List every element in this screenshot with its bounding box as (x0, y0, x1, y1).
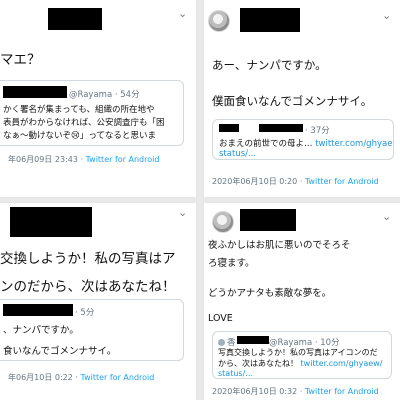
tweet-source[interactable]: Twitter for Android (81, 373, 155, 382)
quoted-time: 5分 (80, 308, 95, 318)
tweet-footer: 2020年06月10日 0:32 · Twitter for Android (212, 386, 379, 397)
quoted-tweet[interactable]: @Rayama · 54分 かく署名が集まっても、組織の所在地や 表員がわからな… (0, 80, 184, 146)
tweet-footer: 年06月09日 23:43 · Twitter for Android (8, 154, 159, 165)
quoted-line-2: 食いなんでゴメンナサイ。 (3, 346, 117, 357)
quoted-text: おまえの前世での母よ… twitter.com/ghyaew/ (219, 137, 393, 149)
quoted-link-2[interactable]: status/... (219, 149, 256, 159)
quoted-line-1: 写真交換しようか！私の写真はアイコンのだ (218, 348, 378, 357)
quoted-line-1: 、ナンパですか。 (3, 325, 79, 336)
avatar[interactable] (208, 10, 230, 32)
quoted-avatar (218, 339, 225, 346)
quoted-meta: · 5分 (75, 308, 95, 318)
quoted-text-prefix: おまえの前世での母よ… (219, 139, 316, 149)
quoted-handle: @Rayama (69, 90, 113, 100)
tweet-timestamp: 2020年06月10日 0:32 · (212, 387, 305, 396)
tweet-source[interactable]: Twitter for Android (305, 387, 379, 396)
tweet-card-bottom-left[interactable]: ⌄ 交換しようか！私の写真はア ンのだから、次はあなたね！ · 5分 、ナンパで… (0, 203, 196, 400)
redacted-quoted-name (237, 336, 269, 344)
quoted-meta: · 37分 (305, 126, 330, 136)
quoted-link[interactable]: twitter.com/ghyaew/ (315, 139, 393, 149)
tweet-footer: 2020年06月10日 0:20 · Twitter for Android (212, 176, 379, 187)
quoted-line-1: かく署名が集まっても、組織の所在地や (3, 105, 155, 115)
quoted-link[interactable]: twitter.com/ghyaew/ (301, 359, 383, 368)
chevron-down-icon[interactable]: ⌄ (178, 8, 187, 19)
tweet-text-line-1: 交換しようか！私の写真はア (0, 251, 176, 267)
quoted-line-2-prefix: から、次はあなたね！ (218, 359, 301, 368)
tweet-card-top-right[interactable]: ⌄ あー、ナンパですか。 僕面食いなんでゴメンナサイ。 · 37分 おまえの前世… (204, 0, 400, 197)
quoted-tweet[interactable]: · 37分 おまえの前世での母よ… twitter.com/ghyaew/ st… (212, 119, 394, 160)
tweet-timestamp: 年06月10日 0:22 · (8, 373, 81, 382)
tweet-text-line-2: ンのだから、次はあなたね！ (0, 279, 176, 295)
tweet-card-bottom-right[interactable]: ⌄ 夜ふかしはお肌に悪いのでそろそ ろ寝ます。 どうかアナタも素敵な夢を。 LO… (204, 203, 400, 400)
redacted-quoted-handle (259, 124, 303, 132)
tweet-text-line-1: 夜ふかしはお肌に悪いのでそろそ (208, 240, 351, 251)
tweet-timestamp: 年06月09日 23:43 · (8, 155, 86, 164)
quoted-link-2[interactable]: status/... (218, 369, 253, 378)
tweet-source[interactable]: Twitter for Android (86, 155, 160, 164)
redacted-name (240, 209, 296, 231)
redacted-quoted-name (3, 86, 67, 98)
redacted-name (48, 8, 102, 30)
avatar[interactable] (212, 211, 234, 233)
tweet-source[interactable]: Twitter for Android (305, 177, 379, 186)
tweet-text-line-4: LOVE (208, 313, 233, 324)
redacted-quoted-avatar (219, 124, 239, 132)
quoted-time: 54分 (120, 90, 140, 100)
chevron-down-icon[interactable]: ⌄ (178, 207, 187, 218)
quoted-tweet[interactable]: 香 @Rayama · 10分 写真交換しようか！私の写真はアイコンのだ から、… (212, 331, 392, 379)
quoted-link-line-2: status/... (219, 149, 256, 159)
tweet-text-line-1: あー、ナンパですか。 (212, 58, 327, 72)
quoted-meta: @Rayama · 54分 (69, 90, 140, 100)
quoted-line-3: なぁ〜動けないぞ😢」ってなると思いま (3, 131, 156, 141)
chevron-down-icon[interactable]: ⌄ (382, 211, 391, 222)
quoted-line-3: status/... (218, 369, 253, 378)
tweet-footer: 年06月10日 0:22 · Twitter for Android (8, 372, 154, 383)
quoted-line-2: 表員がわからなければ、公安調査庁も「困 (3, 118, 165, 128)
tweet-text: マエ？ (0, 52, 41, 68)
tweet-screenshot-collage: ⌄ マエ？ @Rayama · 54分 かく署名が集まっても、組織の所在地や 表… (0, 0, 400, 400)
tweet-text-line-3: どうかアナタも素敵な夢を。 (208, 288, 332, 299)
quoted-line-2: から、次はあなたね！ twitter.com/ghyaew/ (218, 358, 382, 369)
quoted-time: 37分 (310, 126, 330, 136)
tweet-timestamp: 2020年06月10日 0:20 · (212, 177, 305, 186)
quoted-tweet[interactable]: · 5分 、ナンパですか。 食いなんでゴメンナサイ。 (0, 299, 184, 361)
tweet-text-line-2: 僕面食いなんでゴメンナサイ。 (212, 94, 373, 108)
tweet-text-line-2: ろ寝ます。 (208, 258, 255, 269)
redacted-name (10, 207, 92, 237)
tweet-card-top-left[interactable]: ⌄ マエ？ @Rayama · 54分 かく署名が集まっても、組織の所在地や 表… (0, 0, 196, 197)
redacted-name (240, 8, 300, 32)
redacted-quoted-name (3, 304, 73, 316)
chevron-down-icon[interactable]: ⌄ (382, 10, 391, 21)
